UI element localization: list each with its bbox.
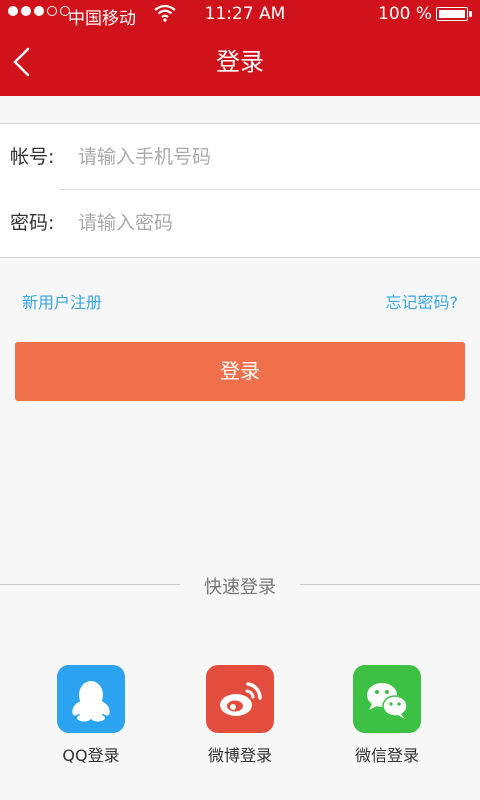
password-label: 密码: — [10, 212, 55, 234]
divider-line — [300, 584, 480, 585]
signal-strength-icon — [8, 6, 70, 16]
app-header: 中国移动 11:27 AM 100 % 登录 — [0, 0, 480, 96]
battery-icon — [436, 7, 472, 21]
login-button[interactable]: 登录 — [15, 342, 465, 401]
password-input[interactable] — [78, 206, 458, 240]
wifi-icon — [154, 4, 176, 27]
weibo-icon — [220, 682, 262, 716]
quick-login-title: 快速登录 — [204, 577, 276, 598]
password-row: 密码: — [0, 190, 480, 256]
status-bar: 中国移动 11:27 AM 100 % — [0, 0, 480, 30]
quick-login-divider: 快速登录 — [0, 573, 480, 598]
qq-login-button[interactable] — [57, 665, 125, 733]
account-label: 帐号: — [10, 146, 55, 168]
page-title: 登录 — [216, 48, 264, 76]
qq-login-label: QQ登录 — [62, 746, 120, 765]
carrier-name: 中国移动 — [68, 9, 136, 29]
qq-icon — [72, 681, 110, 722]
login-form: 帐号: 密码: — [0, 123, 480, 258]
wechat-icon — [367, 683, 408, 719]
divider-line — [0, 584, 180, 585]
clock: 11:27 AM — [204, 4, 286, 24]
weibo-login-label: 微博登录 — [207, 746, 272, 765]
account-row: 帐号: — [0, 124, 480, 190]
wechat-login-button[interactable] — [353, 665, 421, 733]
forgot-password-link[interactable]: 忘记密码? — [386, 289, 459, 313]
account-input[interactable] — [78, 140, 458, 174]
wechat-login-label: 微信登录 — [354, 746, 419, 765]
register-link[interactable]: 新用户注册 — [22, 289, 102, 313]
battery-percent: 100 % — [378, 4, 433, 24]
weibo-login-button[interactable] — [206, 665, 274, 733]
